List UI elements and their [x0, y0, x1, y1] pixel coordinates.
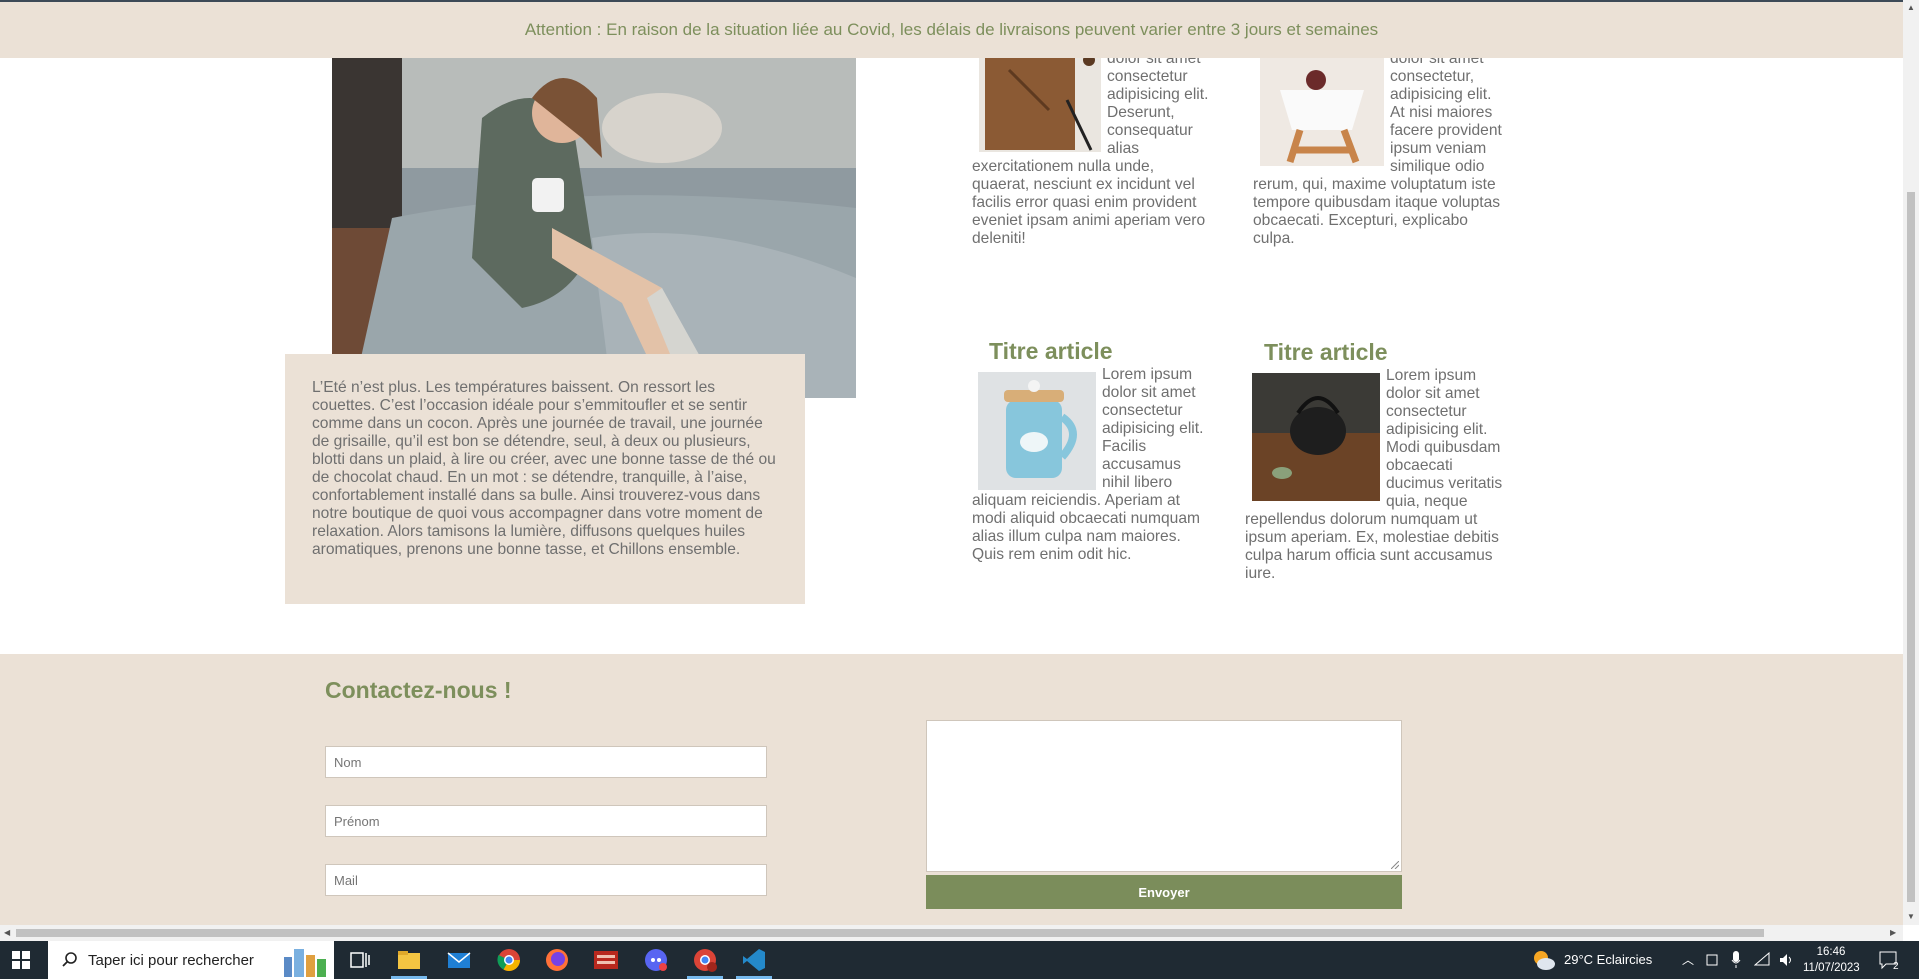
article-thumbnail	[979, 50, 1101, 152]
clock[interactable]: 16:46 11/07/2023	[1803, 944, 1860, 976]
windows-start-icon[interactable]	[12, 951, 30, 969]
article-card: dolor sit amet consectetur, adipisicing …	[1253, 50, 1503, 248]
vscode-icon[interactable]	[741, 947, 767, 973]
article-title: Titre article	[1264, 339, 1388, 365]
windows-taskbar: Taper ici pour rechercher 29°C Eclaircie…	[0, 941, 1919, 979]
wifi-icon[interactable]	[1754, 952, 1770, 966]
weather-icon[interactable]	[1532, 949, 1556, 971]
send-button[interactable]: Envoyer	[926, 875, 1402, 909]
article-title: Titre article	[989, 338, 1113, 364]
chevron-up-icon[interactable]: ︿	[1682, 941, 1694, 979]
microphone-icon[interactable]	[1731, 951, 1741, 969]
resize-handle-icon[interactable]	[1391, 861, 1399, 869]
hero-text: L’Eté n’est plus. Les températures baiss…	[312, 379, 776, 558]
city-buildings-icon	[284, 949, 326, 977]
voicemeeter-icon[interactable]	[593, 947, 619, 973]
chrome-icon[interactable]	[496, 947, 522, 973]
contact-title: Contactez-nous !	[325, 677, 512, 703]
file-explorer-icon[interactable]	[396, 947, 422, 973]
nom-input[interactable]	[325, 746, 767, 778]
speaker-icon[interactable]	[1778, 952, 1794, 968]
vertical-scroll-thumb[interactable]	[1907, 192, 1915, 902]
article-thumbnail	[978, 372, 1096, 490]
taskbar-search-box[interactable]: Taper ici pour rechercher	[48, 941, 334, 979]
page-viewport: Attention : En raison de la situation li…	[0, 0, 1903, 925]
article-card: Titre article Lorem ipsum dolor sit amet…	[972, 338, 1212, 564]
meet-now-icon[interactable]	[1706, 953, 1718, 967]
search-icon	[62, 952, 77, 967]
vertical-scrollbar[interactable]: ▲ ▼	[1903, 0, 1919, 925]
hero-image	[332, 58, 856, 398]
article-card: Titre article Lorem ipsum dolor sit amet…	[1245, 339, 1507, 583]
scroll-up-icon[interactable]: ▲	[1907, 3, 1915, 12]
prenom-input[interactable]	[325, 805, 767, 837]
discord-icon[interactable]	[643, 947, 669, 973]
firefox-icon[interactable]	[544, 947, 570, 973]
task-view-icon[interactable]	[347, 947, 373, 973]
horizontal-scrollbar[interactable]: ◀ ▶	[0, 925, 1903, 941]
scroll-left-icon[interactable]: ◀	[4, 928, 10, 937]
mail-input[interactable]	[325, 864, 767, 896]
notification-count: 2	[1893, 961, 1899, 972]
clock-date: 11/07/2023	[1803, 962, 1860, 974]
covid-banner: Attention : En raison de la situation li…	[0, 2, 1903, 58]
article-thumbnail	[1260, 50, 1384, 166]
weather-text[interactable]: 29°C Eclaircies	[1564, 941, 1652, 979]
article-thumbnail	[1252, 373, 1380, 501]
scroll-down-icon[interactable]: ▼	[1907, 912, 1915, 921]
chrome-profile-icon[interactable]	[692, 947, 718, 973]
clock-time: 16:46	[1816, 946, 1846, 958]
scroll-right-icon[interactable]: ▶	[1890, 928, 1896, 937]
message-textarea[interactable]	[926, 720, 1402, 872]
mail-icon[interactable]	[446, 947, 472, 973]
article-card: dolor sit amet consectetur adipisicing e…	[972, 50, 1212, 248]
horizontal-scroll-thumb[interactable]	[16, 929, 1764, 937]
taskbar-search-placeholder: Taper ici pour rechercher	[88, 952, 254, 969]
